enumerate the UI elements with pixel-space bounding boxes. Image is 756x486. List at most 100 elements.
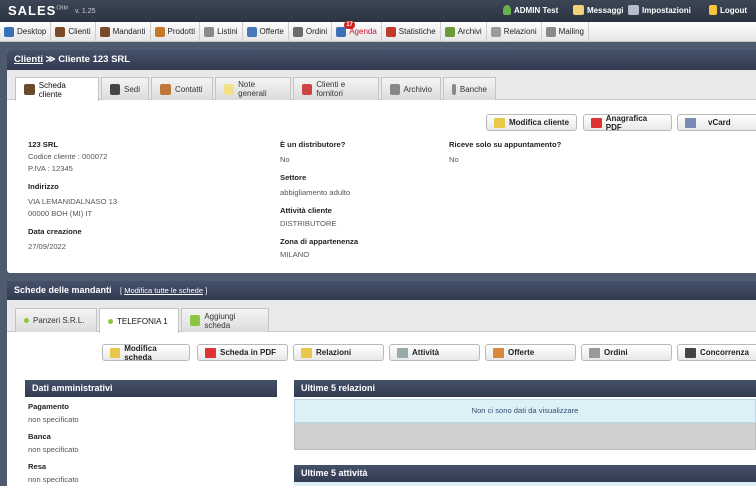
note-icon — [224, 83, 235, 95]
bank-label: Banca — [28, 432, 51, 441]
edit-client-button[interactable]: Modifica cliente — [486, 114, 577, 131]
network-icon — [302, 83, 313, 95]
admin-data: Pagamento non specificato Banca non spec… — [28, 401, 79, 486]
envelope-icon — [573, 5, 584, 15]
box-icon — [493, 347, 504, 358]
orders-button[interactable]: Ordini — [581, 344, 672, 361]
listini-icon — [204, 26, 215, 37]
menu-item-archivi[interactable]: Archivi — [441, 22, 487, 41]
statistiche-icon — [385, 26, 396, 37]
status-dot-icon — [108, 318, 113, 324]
menu-item-offerte[interactable]: Offerte — [243, 22, 289, 41]
top-bar: SALESCRM v. 1.25 ADMIN Test Messaggi Imp… — [0, 0, 756, 22]
pdf-profile-button[interactable]: Anagrafica PDF — [583, 114, 672, 132]
menu-item-prodotti[interactable]: Prodotti — [151, 22, 201, 41]
menu-item-ordini[interactable]: Ordini — [289, 22, 333, 41]
tab-archivio[interactable]: Archivio — [381, 77, 441, 100]
pencil-icon — [110, 347, 121, 358]
activity-value: DISTRIBUTORE — [280, 219, 337, 228]
clienti-icon — [55, 26, 66, 37]
mandanti-icon — [99, 26, 110, 37]
mandanti-header: Schede delle mandanti [ Modifica tutte l… — [7, 281, 756, 300]
menu-item-agenda[interactable]: 17 Agenda — [332, 21, 382, 41]
created-label: Data creazione — [28, 227, 82, 236]
logout-link[interactable]: Logout — [709, 5, 747, 15]
calendar-icon — [397, 347, 408, 358]
app-version: v. 1.25 — [75, 8, 96, 15]
bank-value: non specificato — [28, 445, 79, 454]
mailing-icon — [545, 26, 556, 37]
user-menu[interactable]: ADMIN Test — [503, 5, 558, 15]
main-menu: Desktop Clienti Mandanti Prodotti Listini Off… — [0, 21, 756, 42]
address-book-icon — [160, 83, 171, 95]
menu-item-mailing[interactable]: Mailing — [542, 22, 589, 41]
card-pdf-button[interactable]: Scheda in PDF — [197, 344, 288, 361]
breadcrumb: Clienti ≫ Cliente 123 SRL — [7, 50, 756, 70]
delivery-label: Resa — [28, 462, 47, 471]
tools-icon — [628, 5, 639, 15]
relations-empty-message: Non ci sono dati da visualizzare — [294, 399, 756, 423]
user-icon — [503, 5, 511, 15]
breadcrumb-clienti-link[interactable]: Clienti — [14, 54, 43, 65]
menu-item-mandanti[interactable]: Mandanti — [96, 22, 151, 41]
admin-data-header: Dati amministrativi — [25, 380, 277, 397]
menu-item-desktop[interactable]: Desktop — [0, 22, 52, 41]
offers-button[interactable]: Offerte — [485, 344, 576, 361]
address-line1: VIA LEMANIDALNASO 13 — [28, 197, 118, 206]
competition-button[interactable]: Concorrenza — [677, 344, 756, 361]
tab-scheda-cliente[interactable]: Scheda cliente — [15, 77, 99, 101]
client-info-col1: 123 SRL Codice cliente : 000072 P.IVA : … — [28, 139, 117, 253]
client-code: Codice cliente : 000072 — [28, 152, 108, 161]
relations-icon — [301, 347, 312, 358]
page-title: Cliente 123 SRL — [58, 54, 131, 65]
activities-button[interactable]: Attività — [389, 344, 480, 361]
messages-link[interactable]: Messaggi — [573, 5, 623, 15]
zone-label: Zona di appartenenza — [280, 237, 359, 246]
person-icon — [685, 347, 696, 358]
desktop-icon — [4, 26, 14, 37]
pdf-icon — [591, 117, 602, 128]
activities-body — [294, 482, 756, 486]
menu-item-statistiche[interactable]: Statistiche — [382, 22, 441, 41]
pdf-icon — [205, 347, 216, 358]
tab-sedi[interactable]: Sedi — [101, 77, 149, 100]
sector-value: abbigliamento adulto — [280, 188, 351, 197]
settings-link[interactable]: Impostazioni — [628, 5, 691, 15]
menu-item-clienti[interactable]: Clienti — [51, 22, 96, 41]
app-logo: SALESCRM — [8, 3, 68, 18]
appointment-value: No — [449, 155, 459, 164]
recent-relations-header: Ultime 5 relazioni — [294, 380, 756, 397]
lock-icon — [709, 5, 717, 15]
tab-mandante-panzeri[interactable]: Panzeri S.R.L. — [15, 308, 97, 332]
notification-badge: 17 — [344, 21, 355, 29]
vcard-icon — [685, 117, 696, 128]
offerte-icon — [246, 26, 257, 37]
client-tabs: Scheda cliente Sedi Contatti Note genera… — [7, 70, 756, 101]
edit-card-button[interactable]: Modifica scheda — [102, 344, 190, 362]
archive-icon — [390, 83, 400, 95]
menu-item-relazioni[interactable]: Relazioni — [487, 22, 542, 41]
archivi-icon — [444, 26, 455, 37]
distributor-value: No — [280, 155, 290, 164]
tab-note-generali[interactable]: Note generali — [215, 77, 291, 100]
menu-item-listini[interactable]: Listini — [200, 22, 243, 41]
vcard-button[interactable]: vCard — [677, 114, 756, 131]
bank-icon — [452, 83, 456, 95]
mandanti-title: Schede delle mandanti — [14, 285, 112, 295]
tab-contatti[interactable]: Contatti — [151, 77, 213, 100]
tab-clienti-fornitori[interactable]: Clienti e fornitori — [293, 77, 379, 100]
distributor-label: È un distributore? — [280, 140, 346, 149]
tab-mandante-telefonia[interactable]: TELEFONIA 1 — [99, 308, 179, 333]
add-card-icon — [190, 315, 201, 326]
created-date: 27/09/2022 — [28, 242, 67, 251]
payment-value: non specificato — [28, 415, 79, 424]
edit-all-cards-link[interactable]: [ Modifica tutte le schede ] — [120, 286, 207, 295]
status-dot-icon — [24, 318, 29, 323]
ordini-icon — [292, 26, 303, 37]
client-vat: P.IVA : 12345 — [28, 164, 73, 173]
recent-activities-header: Ultime 5 attività — [294, 465, 756, 482]
relations-button[interactable]: Relazioni — [293, 344, 384, 361]
tab-add-card[interactable]: Aggiungi scheda — [181, 308, 269, 332]
tab-banche[interactable]: Banche — [443, 77, 496, 100]
prodotti-icon — [154, 26, 165, 37]
